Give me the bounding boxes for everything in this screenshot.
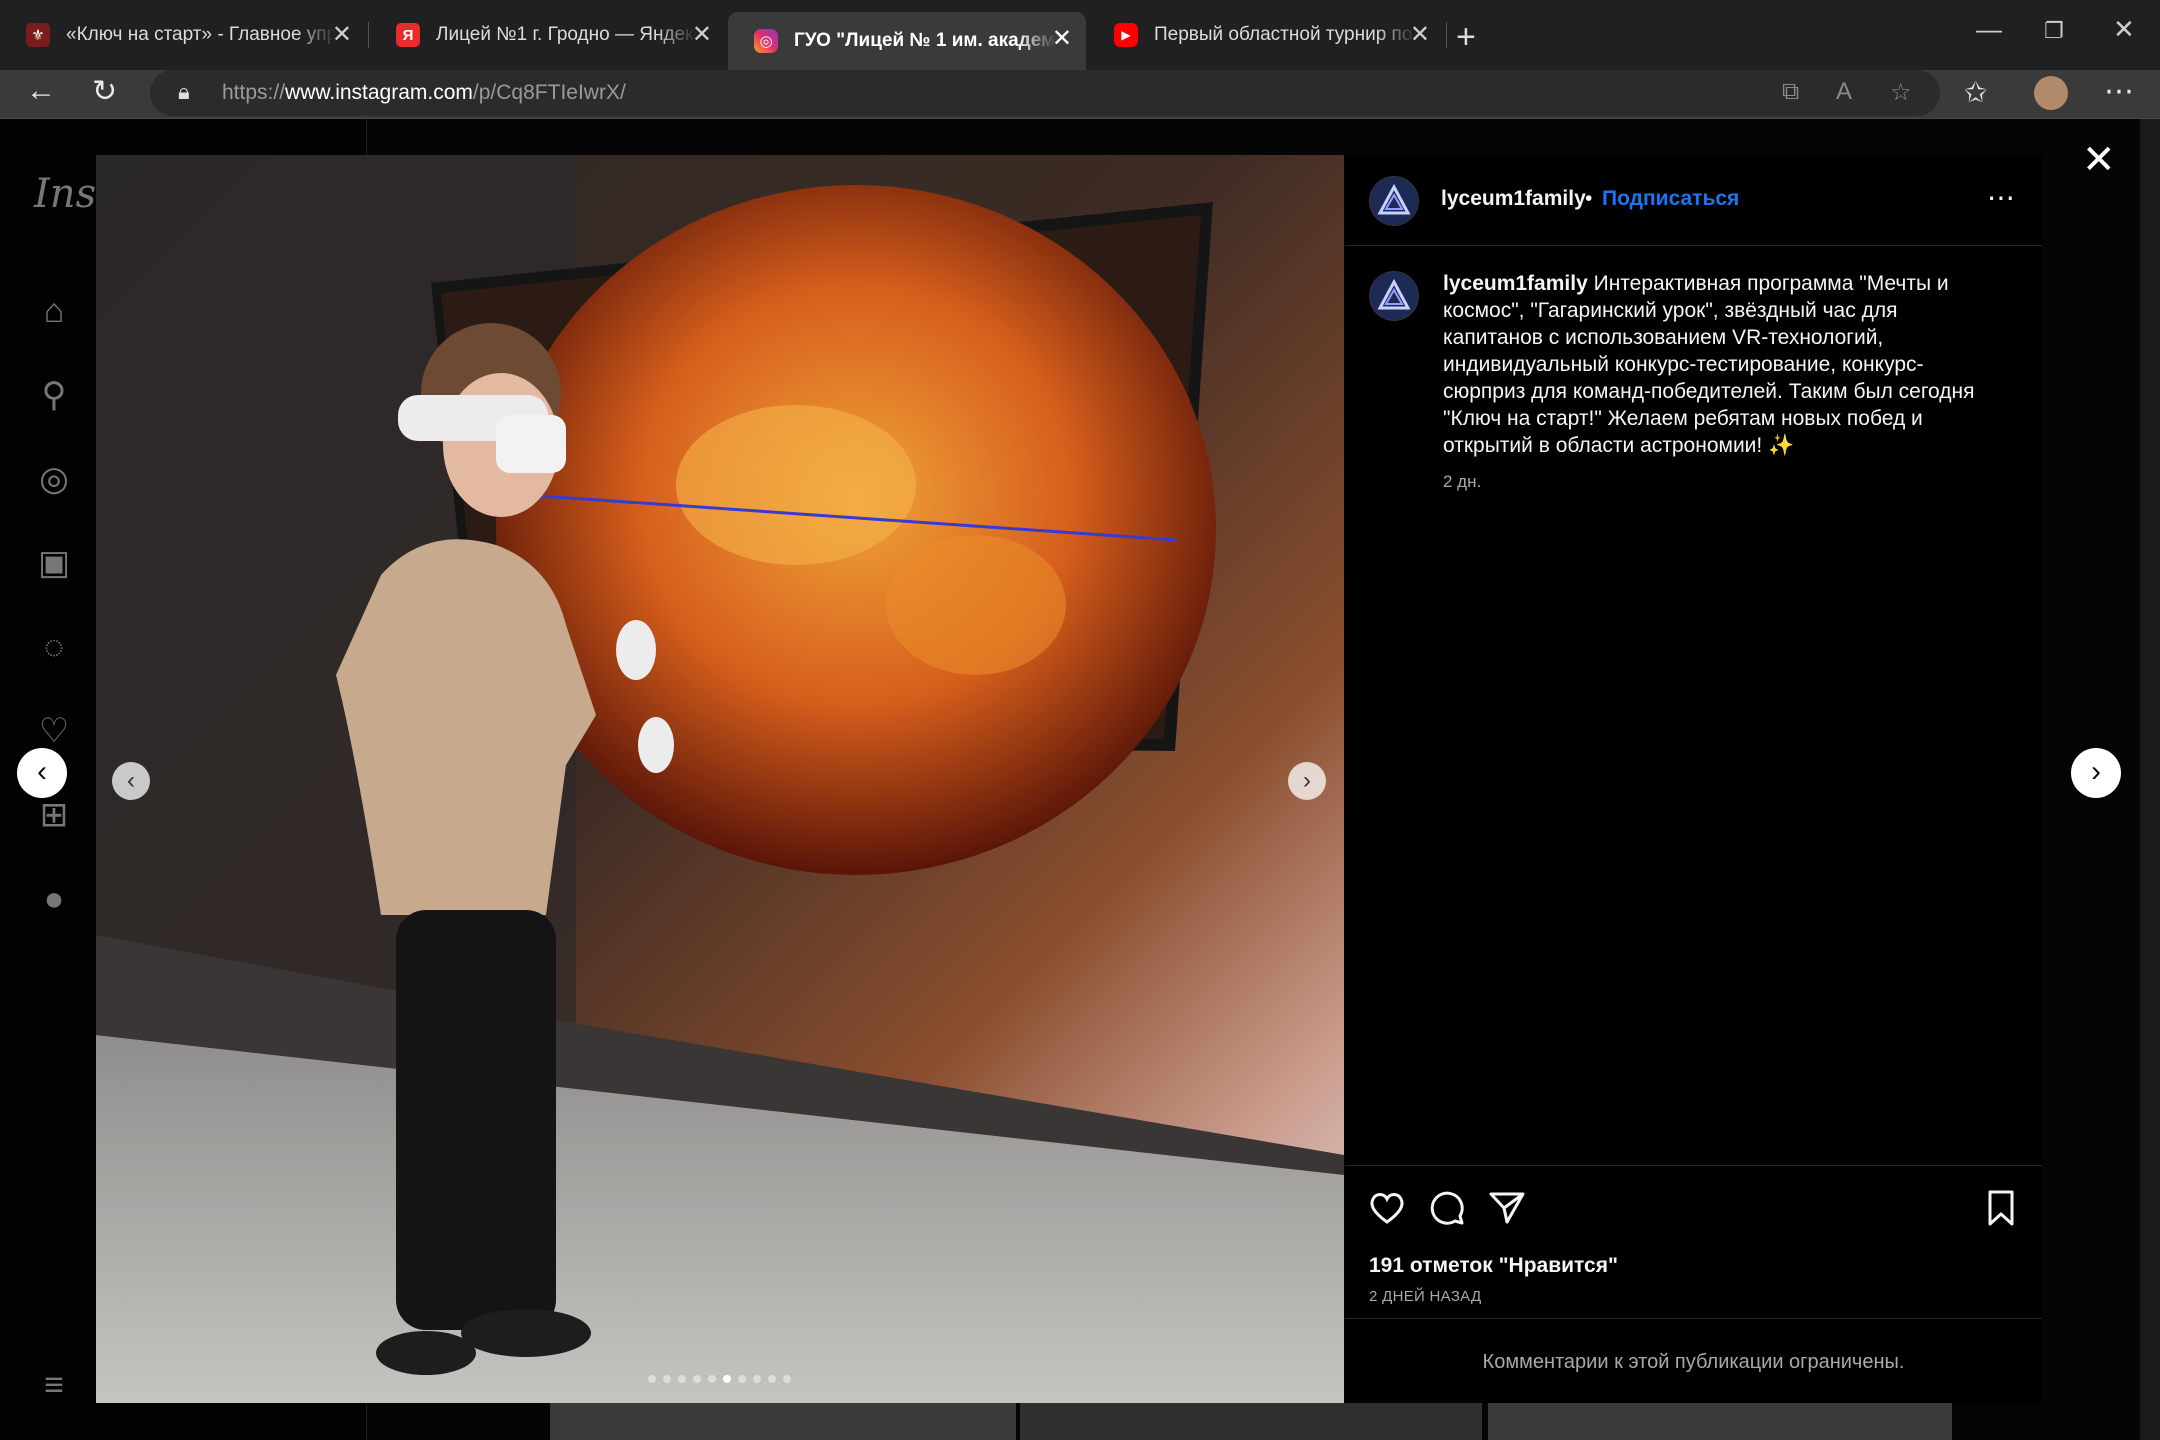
carousel-dot <box>663 1375 671 1383</box>
read-aloud-icon[interactable]: A <box>1836 78 1852 106</box>
share-send-icon[interactable] <box>1487 1188 1527 1228</box>
author-username[interactable]: lyceum1family <box>1441 187 1586 211</box>
open-in-app-icon[interactable]: ⧉ <box>1782 78 1799 106</box>
home-icon[interactable]: ⌂ <box>34 291 74 331</box>
add-favorite-icon[interactable]: ☆ <box>1890 78 1912 107</box>
reels-icon[interactable]: ▣ <box>34 543 74 583</box>
instagram-icon: ◎ <box>754 29 778 53</box>
dot-separator: • <box>1585 187 1593 210</box>
tab-title: «Ключ на старт» - Главное упра <box>66 24 336 45</box>
carousel-prev-button[interactable]: ‹ <box>112 762 150 800</box>
notifications-heart-icon[interactable]: ♡ <box>34 711 74 751</box>
post-header: lyceum1family • Подписаться ⋯ <box>1345 155 2042 246</box>
menu-icon[interactable]: ≡ <box>34 1365 74 1405</box>
close-tab-icon[interactable]: ✕ <box>332 23 352 47</box>
tab-title: Первый областной турнир по а <box>1154 24 1416 45</box>
tab-separator <box>368 22 369 48</box>
feed-thumbnail[interactable] <box>550 1403 1016 1440</box>
tab-instagram[interactable]: ◎ ГУО "Лицей № 1 им. академик ✕ <box>728 12 1086 70</box>
caption-text: Интерактивная программа "Мечты и космос"… <box>1443 272 1975 457</box>
comment-icon[interactable] <box>1427 1188 1467 1228</box>
tab-youtube[interactable]: ▶ Первый областной турнир по а ✕ <box>1088 12 1444 58</box>
post-photo[interactable]: ‹ › <box>96 155 1344 1403</box>
feed-thumbnail[interactable] <box>1020 1403 1482 1440</box>
caption-age[interactable]: 2 дн. <box>1443 472 1481 492</box>
tab-title: Лицей №1 г. Гродно — Яндекс <box>436 24 696 45</box>
lock-icon: 🔒︎ <box>178 79 190 104</box>
yandex-icon: Я <box>396 23 420 47</box>
tab-title: ГУО "Лицей № 1 им. академик <box>794 30 1056 51</box>
minimize-button[interactable]: — <box>1976 14 2002 45</box>
url-text[interactable]: https://www.instagram.com/p/Cq8FTIeIwrX/ <box>222 81 626 105</box>
author-avatar[interactable] <box>1369 176 1419 226</box>
tab-main[interactable]: ⚜ «Ключ на старт» - Главное упра ✕ <box>0 12 366 58</box>
carousel-dot <box>753 1375 761 1383</box>
carousel-next-button[interactable]: › <box>1288 762 1326 800</box>
previous-post-button[interactable]: ‹ <box>17 748 67 798</box>
profile-icon[interactable]: ● <box>34 879 74 919</box>
caption-author-avatar[interactable] <box>1369 271 1419 321</box>
post-actions: 191 отметок "Нравится" 2 ДНЕЙ НАЗАД Комм… <box>1345 1165 2042 1404</box>
explore-icon[interactable]: ◎ <box>34 459 74 499</box>
lyceum-logo-icon <box>1377 183 1411 215</box>
likes-count[interactable]: 191 отметок "Нравится" <box>1369 1254 1618 1278</box>
post-caption: lyceum1family Интерактивная программа "М… <box>1443 270 2003 459</box>
youtube-icon: ▶ <box>1114 23 1138 47</box>
carousel-dot <box>678 1375 686 1383</box>
carousel-dot <box>723 1375 731 1383</box>
lyceum-logo-icon <box>1377 278 1411 310</box>
carousel-dot <box>768 1375 776 1383</box>
caption-username[interactable]: lyceum1family <box>1443 272 1588 295</box>
follow-button[interactable]: Подписаться <box>1602 187 1739 211</box>
new-tab-button[interactable]: + <box>1456 18 1476 57</box>
page-scrollbar[interactable] <box>2140 119 2160 1440</box>
tab-yandex[interactable]: Я Лицей №1 г. Гродно — Яндекс ✕ <box>370 12 726 58</box>
favorites-icon[interactable]: ✩ <box>1964 76 1987 109</box>
create-icon[interactable]: ⊞ <box>34 795 74 835</box>
profile-avatar[interactable] <box>2034 76 2068 110</box>
post-date[interactable]: 2 ДНЕЙ НАЗАД <box>1369 1288 1481 1305</box>
address-bar[interactable]: 🔒︎ https://www.instagram.com/p/Cq8FTIeIw… <box>150 70 1940 116</box>
tab-bar: ⚜ «Ключ на старт» - Главное упра ✕ Я Лиц… <box>0 0 2160 70</box>
close-tab-icon[interactable]: ✕ <box>692 23 712 47</box>
close-tab-icon[interactable]: ✕ <box>1052 27 1072 51</box>
post-options-icon[interactable]: ⋯ <box>1987 181 2015 214</box>
post-image-illustration <box>96 155 1344 1403</box>
search-icon[interactable]: ⚲ <box>34 375 74 415</box>
restore-button[interactable]: ❐ <box>2044 18 2064 44</box>
carousel-indicator <box>648 1375 791 1383</box>
like-heart-icon[interactable] <box>1367 1188 1407 1228</box>
carousel-dot <box>693 1375 701 1383</box>
close-tab-icon[interactable]: ✕ <box>1410 23 1430 47</box>
back-icon[interactable]: ← <box>26 74 56 108</box>
reload-icon[interactable]: ↻ <box>92 74 117 109</box>
browser-toolbar: ← ↻ 🔒︎ https://www.instagram.com/p/Cq8FT… <box>0 70 2160 119</box>
tab-separator <box>1446 22 1447 48</box>
carousel-dot <box>648 1375 656 1383</box>
carousel-dot <box>783 1375 791 1383</box>
more-icon[interactable]: ⋯ <box>2104 74 2134 109</box>
close-window-button[interactable]: ✕ <box>2113 14 2135 45</box>
close-modal-icon[interactable]: ✕ <box>2082 140 2116 180</box>
carousel-dot <box>738 1375 746 1383</box>
carousel-dot <box>708 1375 716 1383</box>
feed-thumbnail[interactable] <box>1488 1403 1952 1440</box>
comments-restricted-notice: Комментарии к этой публикации ограничены… <box>1345 1318 2042 1405</box>
save-bookmark-icon[interactable] <box>1981 1188 2021 1228</box>
post-details-pane: lyceum1family • Подписаться ⋯ lyceum1fam… <box>1345 155 2042 1403</box>
emblem-icon: ⚜ <box>26 23 50 47</box>
messenger-icon[interactable]: ◌ <box>34 627 74 667</box>
next-post-button[interactable]: › <box>2071 748 2121 798</box>
